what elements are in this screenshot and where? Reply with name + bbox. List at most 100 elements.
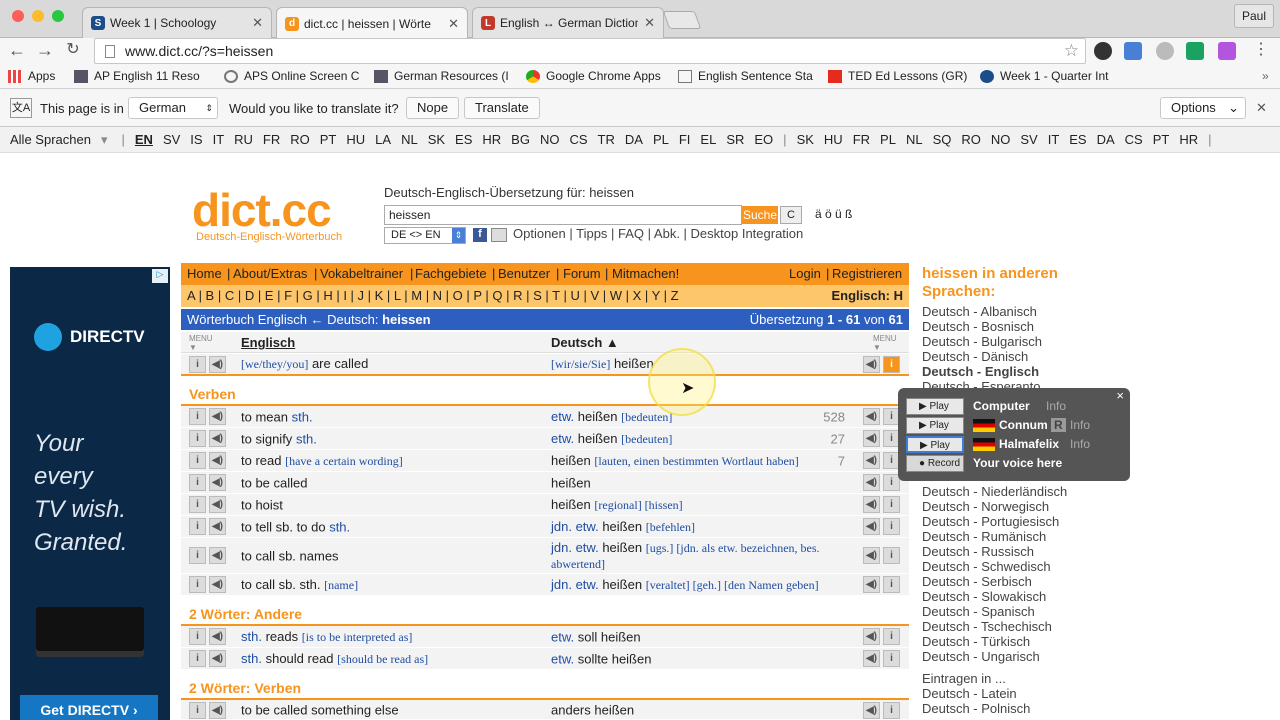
close-tab-icon[interactable]: ✕ <box>252 15 263 31</box>
more-bookmarks-icon[interactable]: » <box>1262 69 1269 83</box>
lang-link[interactable]: RO <box>961 132 981 147</box>
lang-link[interactable]: IT <box>1048 132 1060 147</box>
info-icon[interactable]: i <box>883 702 900 719</box>
maximize-window-button[interactable] <box>52 10 64 22</box>
search-button[interactable]: Suche <box>742 206 778 224</box>
address-bar[interactable]: www.dict.cc/?s=heissen ☆ <box>94 38 1086 64</box>
info-icon[interactable]: i <box>189 547 206 564</box>
lang-link[interactable]: LA <box>375 132 391 147</box>
info-icon[interactable]: i <box>883 650 900 667</box>
speaker-icon[interactable]: ◀) <box>209 408 226 425</box>
side-link[interactable]: Deutsch - Bulgarisch <box>922 334 1122 349</box>
speaker-icon[interactable]: ◀) <box>863 650 880 667</box>
bookmark-item[interactable]: Google Chrome Apps <box>526 69 666 83</box>
menu-fachgebiete[interactable]: Fachgebiete <box>415 266 487 281</box>
lang-link[interactable]: PL <box>653 132 669 147</box>
speaker-icon[interactable]: ◀) <box>863 628 880 645</box>
menu-toggle-icon[interactable]: MENU ▼ <box>189 334 213 352</box>
lang-link[interactable]: IS <box>190 132 202 147</box>
extension-icon[interactable] <box>1094 42 1112 60</box>
lang-link[interactable]: HR <box>1179 132 1198 147</box>
login-link[interactable]: Login <box>789 266 821 281</box>
info-icon[interactable]: i <box>883 576 900 593</box>
lang-link[interactable]: ES <box>1069 132 1086 147</box>
lang-link[interactable]: ES <box>455 132 472 147</box>
side-link[interactable]: Deutsch - Albanisch <box>922 304 1122 319</box>
info-icon[interactable]: i <box>883 628 900 645</box>
reload-button[interactable]: ↻ <box>62 38 84 64</box>
info-link[interactable]: Info <box>1070 418 1090 432</box>
bookmark-item[interactable]: AP English 11 Reso <box>74 69 210 83</box>
speaker-icon[interactable]: ◀) <box>209 356 226 373</box>
lang-link[interactable]: SQ <box>933 132 952 147</box>
lang-link[interactable]: HR <box>482 132 501 147</box>
close-tab-icon[interactable]: ✕ <box>448 16 459 32</box>
info-icon[interactable]: i <box>189 496 206 513</box>
all-languages-select[interactable]: Alle Sprachen <box>10 132 91 147</box>
classroom-extension-icon[interactable] <box>1186 42 1204 60</box>
register-link[interactable]: Registrieren <box>832 266 902 281</box>
directv-ad[interactable]: ▷ DIRECTV Your every TV wish. Granted. G… <box>10 267 170 720</box>
lang-link[interactable]: PT <box>1153 132 1170 147</box>
speaker-icon[interactable]: ◀) <box>863 547 880 564</box>
menu-icon[interactable]: ⋮ <box>1250 38 1272 64</box>
close-window-button[interactable] <box>12 10 24 22</box>
language-select[interactable]: German ⇕ <box>128 97 218 119</box>
record-button[interactable]: ● Record <box>906 455 964 472</box>
lang-link[interactable]: EO <box>754 132 773 147</box>
lang-link[interactable]: NO <box>540 132 560 147</box>
speaker-icon[interactable]: ◀) <box>863 356 880 373</box>
tab-dictcc[interactable]: d dict.cc | heissen | Wörte ✕ <box>276 7 468 39</box>
tab-schoology[interactable]: S Week 1 | Schoology ✕ <box>82 7 272 38</box>
menu-about[interactable]: About/Extras <box>233 266 307 281</box>
speaker-icon[interactable]: ◀) <box>863 452 880 469</box>
side-link[interactable]: Deutsch - Polnisch <box>922 701 1122 716</box>
lang-link[interactable]: FR <box>263 132 280 147</box>
alphabet-links[interactable]: A | B | C | D | E | F | G | H | I | J | … <box>187 288 679 303</box>
speaker-icon[interactable]: ◀) <box>209 474 226 491</box>
speaker-icon[interactable]: ◀) <box>209 650 226 667</box>
lang-link[interactable]: PT <box>320 132 337 147</box>
menu-toggle-icon[interactable]: MENU ▼ <box>873 334 897 352</box>
back-button[interactable]: ← <box>6 38 28 64</box>
speaker-icon[interactable]: ◀) <box>209 628 226 645</box>
bookmark-apps[interactable]: Apps <box>8 69 68 83</box>
lang-link[interactable]: DA <box>625 132 643 147</box>
lang-link[interactable]: HU <box>346 132 365 147</box>
speaker-icon[interactable]: ◀) <box>863 430 880 447</box>
side-link[interactable]: Deutsch - Türkisch <box>922 634 1122 649</box>
info-icon[interactable]: i <box>189 474 206 491</box>
lang-link[interactable]: SV <box>1020 132 1037 147</box>
play-button[interactable]: ▶ Play <box>906 417 964 434</box>
column-deutsch[interactable]: Deutsch ▲ <box>551 335 619 350</box>
side-link[interactable]: Deutsch - Russisch <box>922 544 1122 559</box>
profile-button[interactable]: Paul <box>1234 4 1274 28</box>
play-button[interactable]: ▶ Play <box>906 398 964 415</box>
lang-link[interactable]: CS <box>569 132 587 147</box>
facebook-icon[interactable]: f <box>473 228 487 242</box>
speaker-icon[interactable]: ◀) <box>209 547 226 564</box>
side-link[interactable]: Deutsch - Niederländisch <box>922 484 1122 499</box>
lang-link[interactable]: TR <box>598 132 615 147</box>
minimize-window-button[interactable] <box>32 10 44 22</box>
bookmark-item[interactable]: English Sentence Sta <box>678 69 814 83</box>
info-icon[interactable]: i <box>189 650 206 667</box>
lang-link[interactable]: NL <box>401 132 418 147</box>
lang-link[interactable]: BG <box>511 132 530 147</box>
options-select[interactable]: Options ⌄ <box>1160 97 1246 119</box>
info-icon[interactable]: i <box>189 408 206 425</box>
speaker-icon[interactable]: ◀) <box>209 702 226 719</box>
lang-link-selected[interactable]: EN <box>135 132 153 147</box>
clear-button[interactable]: C <box>780 206 802 224</box>
lang-link[interactable]: SR <box>726 132 744 147</box>
side-link[interactable]: Deutsch - Norwegisch <box>922 499 1122 514</box>
lang-link[interactable]: EL <box>700 132 716 147</box>
side-link[interactable]: Deutsch - Schwedisch <box>922 559 1122 574</box>
lang-link[interactable]: NO <box>991 132 1011 147</box>
info-icon[interactable]: i <box>883 356 900 373</box>
side-link[interactable]: Deutsch - Tschechisch <box>922 619 1122 634</box>
bookmark-item[interactable]: APS Online Screen C <box>224 69 360 83</box>
menu-forum[interactable]: Forum <box>563 266 601 281</box>
bookmark-star-icon[interactable]: ☆ <box>1064 41 1079 61</box>
menu-vokabeltrainer[interactable]: Vokabeltrainer <box>320 266 403 281</box>
